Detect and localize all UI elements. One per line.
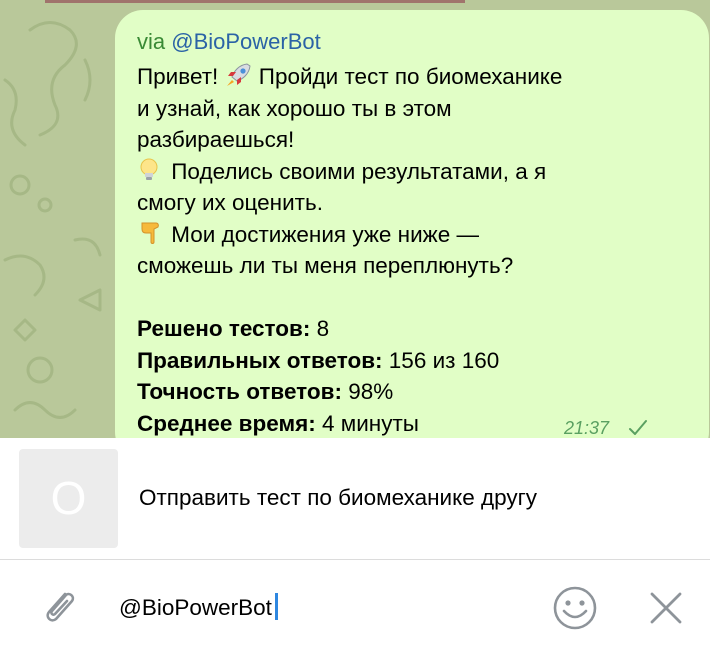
stat-label: Решено тестов:	[137, 316, 311, 341]
stat-label: Правильных ответов:	[137, 347, 383, 373]
message-line: Мои достижения уже ниже —	[137, 219, 697, 251]
message-input-bar: @BioPowerBot	[0, 560, 710, 652]
stat-line: Среднее время: 4 минуты	[137, 408, 697, 439]
check-icon	[629, 420, 647, 435]
result-thumbnail[interactable]: O	[19, 449, 118, 548]
pointing-down-icon	[141, 222, 159, 244]
message-time: 21:37	[564, 418, 610, 438]
stat-value: 4 минуты	[315, 410, 419, 436]
emoji-icon[interactable]	[550, 583, 600, 633]
close-icon[interactable]	[648, 590, 684, 626]
message-line: Поделись своими результатами, а я	[137, 156, 697, 188]
stat-value: 98%	[341, 379, 394, 404]
via-prefix: via	[137, 29, 166, 54]
input-value: @BioPowerBot	[119, 595, 272, 620]
stat-line: Точность ответов: 98%	[137, 376, 697, 408]
message-text: Привет! Пройди тест по биомеханике и узн…	[137, 61, 697, 438]
inline-result-title[interactable]: Отправить тест по биомеханике другу	[139, 485, 537, 511]
stat-value: 156 из 160	[382, 347, 500, 373]
message-line: разбираешься!	[137, 127, 295, 152]
message-input[interactable]: @BioPowerBot	[119, 593, 278, 621]
bot-username-link[interactable]: @BioPowerBot	[171, 29, 321, 54]
paperclip-icon[interactable]	[35, 582, 83, 630]
inline-results-panel: O Отправить тест по биомеханике другу	[0, 438, 710, 559]
stat-label: Среднее время:	[137, 410, 316, 436]
chat-area: via @BioPowerBot Привет! Пройди тест по …	[0, 0, 710, 438]
text-caret	[274, 593, 278, 620]
message-line: и узнай, как хорошо ты в этом	[137, 95, 452, 121]
thumbnail-letter: O	[50, 472, 87, 524]
stat-line: Решено тестов: 8	[137, 313, 697, 345]
stat-label: Точность ответов:	[137, 379, 342, 404]
via-bot-label[interactable]: via @BioPowerBot	[137, 29, 321, 55]
rocket-icon	[226, 63, 251, 86]
message-line: сможешь ли ты меня переплюнуть?	[137, 253, 514, 278]
lightbulb-icon	[140, 158, 158, 180]
stat-line: Правильных ответов: 156 из 160	[137, 345, 697, 377]
message-line: смогу их оценить.	[137, 190, 323, 215]
message-line: Привет! Пройди тест по биомеханике	[137, 63, 563, 89]
stat-value: 8	[310, 316, 330, 341]
